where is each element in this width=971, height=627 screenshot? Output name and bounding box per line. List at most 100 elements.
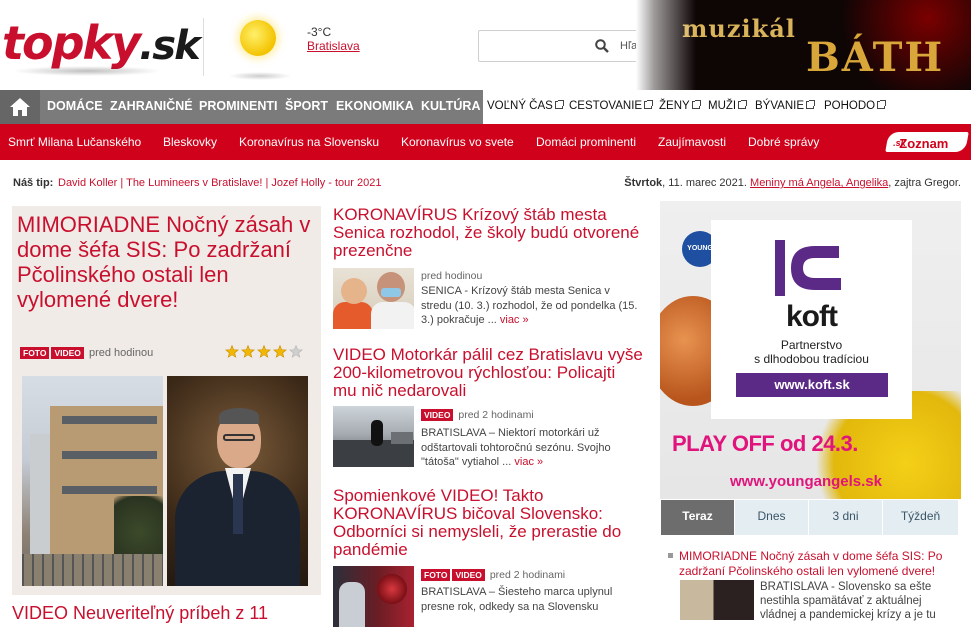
- tip-links: David Koller | The Lumineers v Bratislav…: [58, 177, 382, 189]
- koft-wordmark: koft: [786, 300, 838, 333]
- tab-teraz[interactable]: Teraz: [661, 500, 735, 535]
- topic-domaci-prominenti[interactable]: Domáci prominenti: [536, 135, 636, 149]
- playoff-text: PLAY OFF od 24.3.: [672, 431, 858, 456]
- most-read-thumbnail[interactable]: [680, 580, 754, 620]
- logo-suffix: .sk: [139, 23, 201, 69]
- video-badge: VIDEO: [51, 347, 84, 360]
- read-more-link[interactable]: viac »: [500, 314, 529, 326]
- site-header: topky.sk -3°C Bratislava Hľadaj muzikál …: [0, 0, 971, 90]
- sidebar-ad[interactable]: YOUNG koft Partnerstvo s dlhodobou tradí…: [660, 201, 961, 499]
- external-link-icon: [738, 100, 748, 109]
- external-link-icon: [806, 100, 815, 109]
- koft-url-button[interactable]: www.koft.sk: [736, 373, 888, 397]
- topic-koronavirus-svet[interactable]: Koronavírus vo svete: [401, 135, 514, 149]
- featured-image-building[interactable]: [22, 376, 163, 586]
- video-badge: VIDEO: [452, 569, 485, 582]
- tab-dnes[interactable]: Dnes: [735, 500, 809, 535]
- header-divider: [203, 18, 204, 76]
- article-title[interactable]: Spomienkové VIDEO! Takto KORONAVÍRUS bič…: [333, 487, 643, 559]
- article-title[interactable]: VIDEO Motorkár pálil cez Bratislavu vyše…: [333, 346, 643, 400]
- koft-logo-icon: [775, 240, 841, 296]
- search-input[interactable]: [485, 36, 593, 56]
- article-time: pred 2 hodinami: [458, 409, 534, 421]
- nav-item-ekonomika[interactable]: EKONOMIKA: [336, 99, 414, 113]
- ad-headline: muzikál: [682, 14, 796, 43]
- topic-smrt-milana[interactable]: Smrť Milana Lučanského: [8, 135, 141, 149]
- nav-ext-zeny[interactable]: ŽENY: [659, 100, 701, 112]
- article-time: pred hodinou: [421, 270, 483, 282]
- read-more-link[interactable]: viac »: [514, 456, 543, 468]
- main-navigation: DOMÁCE ZAHRANIČNÉ PROMINENTI ŠPORT EKONO…: [0, 90, 971, 124]
- tab-3-dni[interactable]: 3 dni: [809, 500, 883, 535]
- article-thumbnail[interactable]: [333, 406, 414, 467]
- weekday: Štvrtok: [624, 177, 663, 189]
- featured-article-title[interactable]: MIMORIADNE Nočný zásah v dome šéfa SIS: …: [17, 212, 317, 312]
- featured-article[interactable]: MIMORIADNE Nočný zásah v dome šéfa SIS: …: [12, 206, 321, 595]
- star-icon[interactable]: [241, 345, 255, 358]
- nav-item-kultura[interactable]: KULTÚRA: [421, 99, 480, 113]
- most-read-tabs: Teraz Dnes 3 dni Týždeň: [661, 500, 971, 535]
- weather-city-link[interactable]: Bratislava: [307, 39, 360, 53]
- nameday-link[interactable]: Meniny má Angela, Angelika: [750, 177, 888, 189]
- tip-bar: Náš tip: David Koller | The Lumineers v …: [0, 160, 971, 204]
- nameday-tomorrow: , zajtra Gregor.: [888, 177, 961, 189]
- nav-ext-pohodo[interactable]: POHODO: [824, 100, 887, 112]
- nav-ext-volny-cas[interactable]: VOĽNÝ ČAS: [487, 100, 564, 112]
- external-link-icon: [691, 100, 701, 109]
- star-icon[interactable]: [273, 345, 287, 358]
- tip-label: Náš tip:: [13, 177, 54, 189]
- tab-tyzden[interactable]: Týždeň: [883, 500, 959, 535]
- featured-article-time: pred hodinou: [88, 347, 154, 359]
- date-line: Štvrtok, 11. marec 2021. Meniny má Angel…: [624, 177, 961, 189]
- foto-badge: FOTO: [20, 347, 50, 360]
- koft-ad-box: koft Partnerstvo s dlhodobou tradíciou w…: [711, 220, 912, 419]
- star-icon[interactable]: [289, 345, 303, 358]
- nav-item-zahranicne[interactable]: ZAHRANIČNÉ: [110, 99, 193, 113]
- search-icon[interactable]: [595, 39, 609, 53]
- home-button[interactable]: [0, 90, 40, 124]
- topic-bleskovky[interactable]: Bleskovky: [163, 135, 217, 149]
- sun-icon: [240, 20, 276, 56]
- article-meta: VIDEO pred 2 hodinami: [421, 409, 534, 422]
- date: , 11. marec 2021.: [662, 177, 747, 189]
- tip-link-david-koller[interactable]: David Koller: [58, 177, 117, 189]
- zoznam-logo-link[interactable]: Zoznam .sk: [885, 132, 969, 152]
- tip-link-jozef-holly[interactable]: Jozef Holly - tour 2021: [271, 177, 381, 189]
- topic-navigation: Smrť Milana Lučanského Bleskovky Koronav…: [0, 124, 971, 160]
- foto-badge: FOTO: [421, 569, 451, 582]
- article-meta: FOTO VIDEO pred 2 hodinami: [421, 569, 566, 582]
- nav-ext-muzi[interactable]: MUŽI: [708, 100, 748, 112]
- nav-item-sport[interactable]: ŠPORT: [285, 99, 328, 113]
- article-title[interactable]: KORONAVÍRUS Krízový štáb mesta Senica ro…: [333, 206, 643, 260]
- nav-ext-cestovanie[interactable]: CESTOVANIE: [569, 100, 654, 112]
- topic-koronavirus-slovensko[interactable]: Koronavírus na Slovensku: [239, 135, 379, 149]
- tip-link-lumineers[interactable]: The Lumineers v Bratislave!: [126, 177, 262, 189]
- featured-article-meta: FOTO VIDEO pred hodinou: [20, 347, 154, 360]
- article-perex: SENICA - Krízový štáb mesta Senica v str…: [421, 285, 638, 326]
- article-time: pred 2 hodinami: [489, 569, 566, 581]
- external-link-icon: [554, 100, 564, 109]
- nav-ext-byvanie[interactable]: BÝVANIE: [755, 100, 815, 112]
- ad-title: BÁTH: [806, 34, 945, 81]
- topic-zaujimavosti[interactable]: Zaujímavosti: [658, 135, 726, 149]
- weather-temperature: -3°C: [307, 25, 332, 39]
- nav-item-domace[interactable]: DOMÁCE: [47, 99, 103, 113]
- star-icon[interactable]: [225, 345, 239, 358]
- nav-item-prominenti[interactable]: PROMINENTI: [199, 99, 277, 113]
- featured-image-portrait[interactable]: [167, 376, 308, 586]
- top-banner-ad[interactable]: muzikál BÁTH: [636, 0, 971, 90]
- article-thumbnail[interactable]: [333, 268, 414, 329]
- youngangels-url[interactable]: www.youngangels.sk: [730, 473, 882, 490]
- star-icon[interactable]: [257, 345, 271, 358]
- article-title-partial[interactable]: VIDEO Neuveriteľný príbeh z 11: [12, 603, 268, 624]
- article-perex: BRATISLAVA – Niektorí motorkári už odšta…: [421, 427, 611, 468]
- external-link-icon: [644, 100, 654, 109]
- most-read-perex: BRATISLAVA - Slovensko sa ešte nestihla …: [760, 581, 936, 621]
- site-logo[interactable]: topky.sk: [0, 10, 201, 80]
- most-read-title[interactable]: MIMORIADNE Nočný zásah v dome šéfa SIS: …: [679, 549, 959, 579]
- rating-stars[interactable]: [225, 345, 305, 359]
- topic-dobre-spravy[interactable]: Dobré správy: [748, 135, 819, 149]
- external-link-icon: [877, 100, 887, 109]
- video-badge: VIDEO: [421, 409, 454, 422]
- article-perex: BRATISLAVA – Šiesteho marca uplynul pres…: [421, 586, 613, 613]
